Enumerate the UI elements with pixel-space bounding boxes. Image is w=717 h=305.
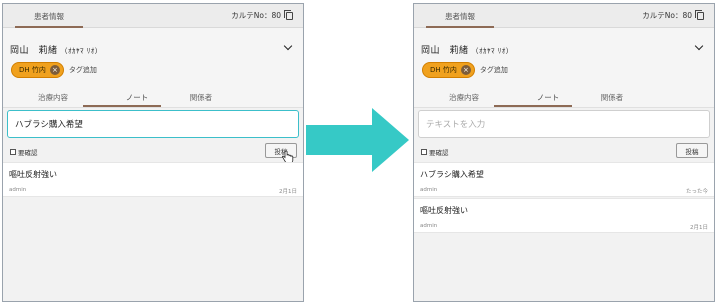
add-tag-link[interactable]: タグ追加 <box>480 65 508 75</box>
post-button[interactable]: 投稿 <box>676 143 708 158</box>
note-input-placeholder: テキストを入力 <box>426 120 486 130</box>
karte-number: カルテNo：80 <box>642 9 704 21</box>
tag-label: DH 竹内 <box>430 66 457 74</box>
note-text: 嘔吐反射強い <box>420 206 468 215</box>
note-controls: 要確認 投稿 <box>421 143 708 159</box>
staff-tag[interactable]: DH 竹内 × <box>422 62 475 78</box>
note-author: admin <box>420 187 438 193</box>
note-author: admin <box>420 223 438 229</box>
patient-name-text: 岡山 莉緒 <box>421 46 469 56</box>
karte-label: カルテNo：80 <box>642 11 692 20</box>
panel-header: 患者情報 カルテNo：80 <box>414 4 714 28</box>
chevron-down-icon[interactable] <box>694 41 704 51</box>
content-tabs: 治療内容 ノート 関係者 <box>414 86 714 108</box>
close-icon[interactable]: × <box>460 65 471 75</box>
notes-list: ハブラシ購入希望 admin たった今 嘔吐反射強い admin 2月1日 <box>414 162 714 234</box>
note-date: たった今 <box>685 189 708 195</box>
patient-panel-after: 患者情報 カルテNo：80 岡山 莉緒 （ｵｶﾔﾏ ﾘｵ） DH 竹内 × タグ追… <box>413 3 715 302</box>
note-item[interactable]: ハブラシ購入希望 admin たった今 <box>414 162 714 197</box>
patient-summary: 岡山 莉緒 （ｵｶﾔﾏ ﾘｵ） DH 竹内 × タグ追加 <box>414 28 714 90</box>
tab-patient-info[interactable]: 患者情報 <box>426 8 494 28</box>
tab-notes[interactable]: ノート <box>518 92 578 103</box>
copy-icon[interactable] <box>695 9 704 20</box>
patient-name: 岡山 莉緒 （ｵｶﾔﾏ ﾘｵ） <box>421 43 513 56</box>
tab-treatment[interactable]: 治療内容 <box>434 92 494 103</box>
tab-related[interactable]: 関係者 <box>582 92 642 103</box>
checkbox-box[interactable] <box>421 149 427 155</box>
note-date: 2月1日 <box>690 225 708 231</box>
active-tab-underline <box>494 105 572 107</box>
note-item[interactable]: 嘔吐反射強い admin 2月1日 <box>414 198 714 233</box>
note-text: ハブラシ購入希望 <box>420 170 484 179</box>
tag-row: DH 竹内 × タグ追加 <box>422 62 508 78</box>
needs-check-checkbox[interactable]: 要確認 <box>421 147 449 157</box>
patient-kana: （ｵｶﾔﾏ ﾘｵ） <box>471 47 514 55</box>
checkbox-label: 要確認 <box>429 149 449 157</box>
note-input[interactable]: テキストを入力 <box>418 110 710 138</box>
